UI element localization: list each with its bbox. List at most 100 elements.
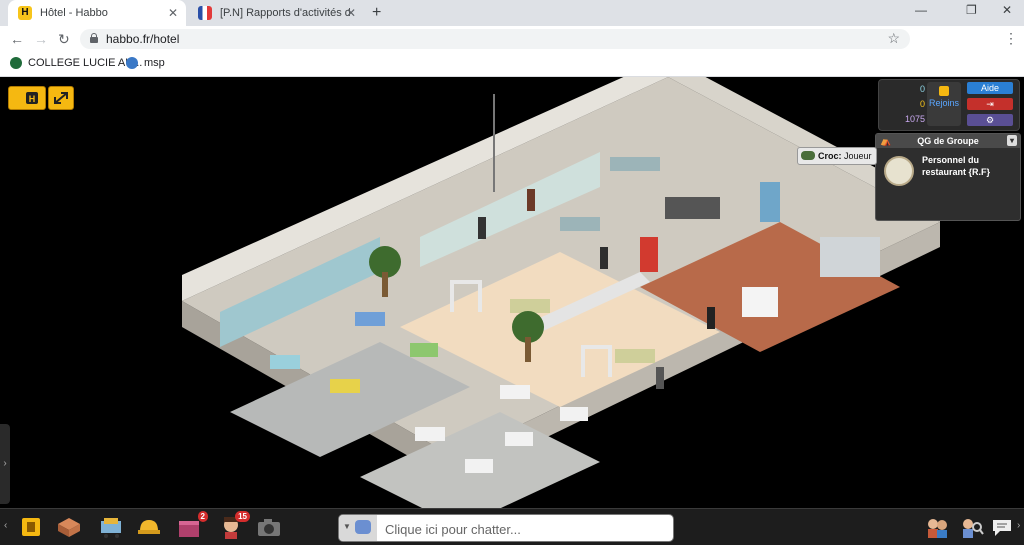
tab-strip: H Hôtel - Habbo ✕ [P.N] Rapports d'activ… [0,0,1024,26]
collapse-icon[interactable]: ▾ [1007,135,1017,146]
chat-input[interactable] [383,519,667,539]
avatar-player [600,247,608,269]
chat-bubble-icon [355,520,371,534]
search-user-icon [963,519,984,538]
group-icon: ⛺ [880,136,892,146]
rooms-navigator-button[interactable] [56,515,82,539]
messenger-button[interactable] [990,515,1016,539]
back-icon[interactable]: ← [10,31,24,47]
tab-title: Hôtel - Habbo [40,7,108,19]
minimize-icon[interactable]: — [915,3,927,17]
diamonds-count: 0 [919,84,925,94]
chevron-down-icon: ▼ [343,522,351,531]
tab-rapports[interactable]: [P.N] Rapports d'activités de Jack ✕ [188,0,364,26]
hotel-view-bottom-button[interactable] [18,515,44,539]
catalog-button[interactable] [98,515,124,539]
hotel-view-button[interactable]: H [8,86,46,110]
rooms-icon [58,518,80,537]
hard-hat-icon [138,520,160,534]
table-white [560,407,588,421]
tab-habbo[interactable]: H Hôtel - Habbo ✕ [8,0,186,26]
join-club-button[interactable]: Rejoins [927,82,961,126]
profile-avatar-button[interactable]: 15 [218,511,250,539]
logout-button[interactable]: ⇥ [967,98,1013,110]
close-tab-icon[interactable]: ✕ [168,6,178,20]
group-panel-header[interactable]: QG de Groupe ⛺ ▾ [876,134,1020,148]
camera-button[interactable] [256,515,282,539]
collapse-left-icon[interactable]: ‹ [4,520,7,531]
search-friends-button[interactable] [958,515,984,539]
speech-bubble-icon [993,520,1011,536]
notification-count-badge: 15 [235,511,250,522]
sofa [610,157,660,171]
fridge [760,182,780,222]
game-viewport[interactable]: H 0 0 1075 Rejoins Aide ⇥ ⚙ QG de Groupe… [0,77,1024,508]
sofa [510,299,550,313]
help-button[interactable]: Aide [967,82,1013,94]
table-green [410,343,438,357]
builders-club-button[interactable] [136,515,162,539]
table-white [500,385,530,399]
habbo-hotel-icon [22,518,40,536]
group-name[interactable]: Personnel du restaurant {R.F} [922,154,1012,178]
table-white [415,427,445,441]
currency-hud: 0 0 1075 Rejoins Aide ⇥ ⚙ [878,79,1020,131]
browser-toolbar: ← → ↻ habbo.fr/hotel ☆ AD ⋮ [0,26,1024,70]
menu-kebab-icon[interactable]: ⋮ [1004,30,1018,47]
vending-machine [640,237,658,272]
new-tab-icon[interactable]: + [372,4,381,22]
friends-icon [928,519,947,538]
sofa [615,349,655,363]
bookmark-college[interactable]: COLLEGE LUCIE AU... [10,57,142,69]
forward-icon[interactable]: → [34,31,48,47]
chat-style-selector[interactable]: ▼ [339,515,377,541]
fullscreen-button[interactable] [48,86,74,110]
duckets-count: 1075 [904,114,925,124]
habbo-logo-icon: H [18,6,32,20]
group-badge-icon[interactable] [884,156,914,186]
address-bar[interactable]: habbo.fr/hotel ☆ [80,29,910,49]
expand-icon [54,92,68,104]
bookmark-msp[interactable]: msp [126,57,165,69]
france-flag-icon [198,6,212,20]
chat-input-box[interactable]: ▼ [338,514,674,542]
palm-trunk [525,337,531,362]
avatar-player [478,217,486,239]
logout-icon: ⇥ [986,99,994,109]
table-yellow [330,379,360,393]
crocodile-avatar-icon [801,151,815,160]
friends-button[interactable] [924,515,950,539]
table-blue [355,312,385,326]
join-label: Rejoins [928,98,959,108]
svg-text:H: H [29,94,36,104]
side-panel-toggle[interactable]: › [0,424,10,504]
bookmark-favicon-icon [10,57,22,69]
bookmark-star-icon[interactable]: ☆ [887,30,900,47]
reload-icon[interactable]: ↻ [58,31,70,48]
table-white [465,459,493,473]
camera-icon [258,519,280,536]
bookmark-label: msp [144,57,165,69]
table-white [505,432,533,446]
inventory-count-badge: 2 [197,511,208,522]
msp-logo-icon [126,57,138,69]
shopping-cart-icon [101,518,121,538]
bottom-toolbar: ‹ 2 15 ▼ › [0,508,1024,545]
avatar-player [527,189,535,211]
close-tab-icon[interactable]: ✕ [346,6,356,20]
settings-button[interactable]: ⚙ [967,114,1013,126]
chef-statues [742,287,778,317]
avatar-player [656,367,664,389]
group-hq-panel: QG de Groupe ⛺ ▾ Personnel du restaurant… [875,133,1021,221]
palm-trunk [382,272,388,297]
gear-icon: ⚙ [985,115,995,125]
display-shelves [820,237,880,277]
table-cyan [270,355,300,369]
tab-title: [P.N] Rapports d'activités de Jack [220,7,350,19]
isometric-room[interactable] [0,77,1024,508]
inventory-button[interactable]: 2 [176,511,208,539]
user-tooltip[interactable]: Croc: Joueur [797,147,877,165]
collapse-right-icon[interactable]: › [1017,520,1020,531]
restore-icon[interactable]: ❐ [966,3,977,17]
close-window-icon[interactable]: ✕ [1002,3,1012,17]
